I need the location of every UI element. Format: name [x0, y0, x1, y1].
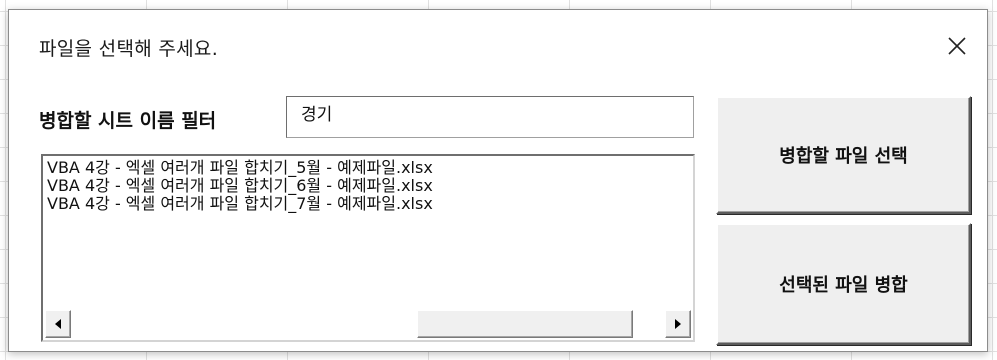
list-item[interactable]: VBA 4강 - 엑셀 여러개 파일 합치기_6월 - 예제파일.xlsx	[47, 177, 693, 195]
horizontal-scrollbar[interactable]	[45, 310, 691, 338]
dialog-title: 파일을 선택해 주세요.	[39, 38, 219, 60]
select-files-button[interactable]: 병합할 파일 선택	[716, 96, 971, 214]
file-list-items: VBA 4강 - 엑셀 여러개 파일 합치기_5월 - 예제파일.xlsx VB…	[47, 159, 693, 213]
close-icon	[948, 37, 966, 55]
sheet-filter-label: 병합할 시트 이름 필터	[39, 110, 217, 132]
close-button[interactable]	[937, 26, 977, 66]
file-listbox[interactable]: VBA 4강 - 엑셀 여러개 파일 합치기_5월 - 예제파일.xlsx VB…	[41, 154, 695, 342]
scroll-left-button[interactable]	[45, 310, 71, 338]
scroll-right-button[interactable]	[665, 310, 691, 338]
list-item[interactable]: VBA 4강 - 엑셀 여러개 파일 합치기_5월 - 예제파일.xlsx	[47, 159, 693, 177]
arrow-right-icon	[675, 319, 681, 329]
userform-dialog: 파일을 선택해 주세요. 병합할 시트 이름 필터 VBA 4강 - 엑셀 여러…	[8, 9, 988, 352]
select-files-button-label: 병합할 파일 선택	[779, 146, 908, 167]
list-item[interactable]: VBA 4강 - 엑셀 여러개 파일 합치기_7월 - 예제파일.xlsx	[47, 195, 693, 213]
scroll-thumb[interactable]	[417, 310, 633, 338]
merge-selected-button-label: 선택된 파일 병합	[779, 275, 908, 296]
arrow-left-icon	[55, 319, 61, 329]
scroll-track[interactable]	[71, 310, 665, 338]
merge-selected-button[interactable]: 선택된 파일 병합	[716, 223, 971, 345]
sheet-filter-input[interactable]	[286, 96, 694, 138]
